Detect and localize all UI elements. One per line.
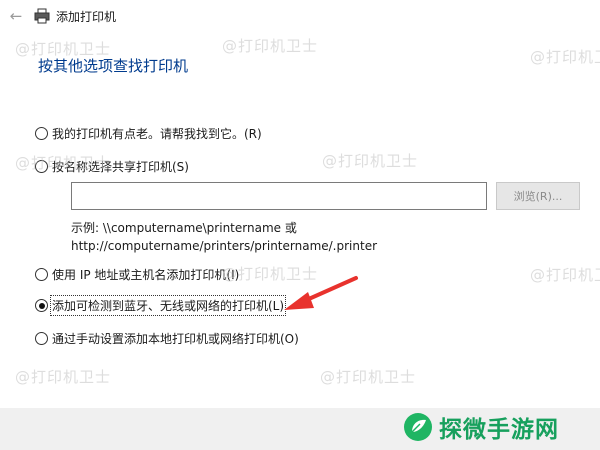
example-text: 示例: \\computername\printername 或 http://… — [71, 219, 377, 255]
option-label: 通过手动设置添加本地打印机或网络打印机(O) — [52, 332, 299, 346]
option-ip-address[interactable]: 使用 IP 地址或主机名添加打印机(I) — [35, 266, 239, 283]
option-old-printer[interactable]: 我的打印机有点老。请帮我找到它。(R) — [35, 125, 262, 142]
watermark: @打印机卫士 — [222, 265, 319, 283]
example-line-1: 示例: \\computername\printername 或 — [71, 221, 297, 235]
radio-button-selected[interactable] — [35, 299, 48, 312]
watermark: @打印机卫士 — [222, 37, 319, 55]
radio-button[interactable] — [35, 332, 48, 345]
watermark: @打印机卫士 — [322, 152, 419, 170]
watermark: @打印机卫士 — [530, 266, 600, 284]
watermark: @打印机卫士 — [15, 154, 112, 172]
radio-button[interactable] — [35, 127, 48, 140]
watermark: @打印机卫士 — [320, 368, 417, 386]
example-line-2: http://computername/printers/printername… — [71, 239, 378, 253]
option-manual-local[interactable]: 通过手动设置添加本地打印机或网络打印机(O) — [35, 330, 299, 347]
brand-text: 探微手游网 — [439, 417, 559, 443]
option-label: 我的打印机有点老。请帮我找到它。(R) — [52, 127, 262, 141]
shared-printer-name-input[interactable] — [71, 182, 487, 210]
option-label: 使用 IP 地址或主机名添加打印机(I) — [52, 268, 240, 282]
watermark: @打印机卫士 — [530, 48, 600, 66]
watermark: @打印机卫士 — [15, 368, 112, 386]
radio-button[interactable] — [35, 268, 48, 281]
brand-logo-icon — [404, 413, 432, 441]
title-bar: ← 添加打印机 — [0, 0, 600, 32]
brand-logo: 探微手游网 — [403, 405, 599, 449]
option-bluetooth-wireless-network[interactable]: 添加可检测到蓝牙、无线或网络的打印机(L) — [35, 295, 287, 316]
back-arrow-icon[interactable]: ← — [6, 6, 26, 26]
option-label: 添加可检测到蓝牙、无线或网络的打印机(L) — [49, 295, 287, 316]
watermark: @打印机卫士 — [15, 40, 112, 58]
printer-icon — [34, 8, 50, 24]
window-title: 添加打印机 — [56, 10, 117, 24]
browse-button[interactable]: 浏览(R)... — [496, 182, 580, 210]
